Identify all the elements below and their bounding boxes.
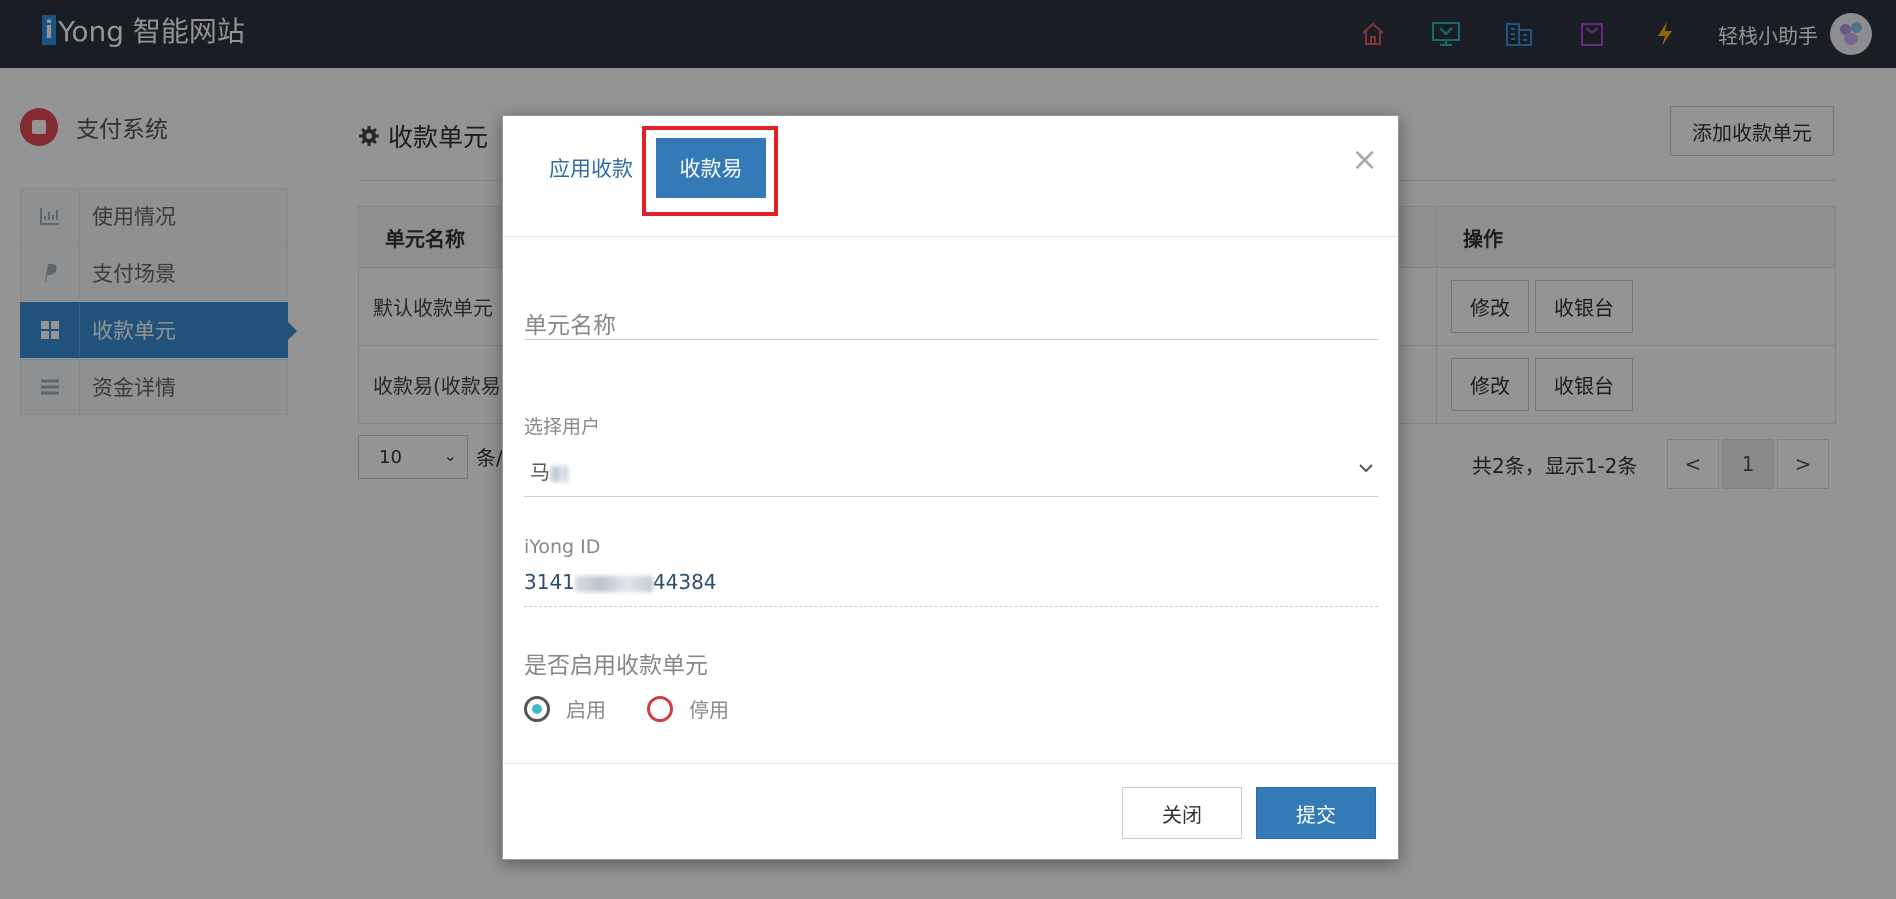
modal-header: 应用收款 收款易 × bbox=[503, 116, 1398, 237]
close-icon[interactable]: × bbox=[1351, 140, 1378, 178]
close-button[interactable]: 关闭 bbox=[1122, 787, 1242, 839]
select-user-dropdown[interactable]: 马 bbox=[524, 446, 1378, 496]
iyong-id-value: 3141 44384 bbox=[524, 570, 717, 594]
radio-unchecked-icon bbox=[647, 695, 673, 722]
select-user-underline bbox=[524, 496, 1378, 497]
add-unit-modal: 应用收款 收款易 × 单元名称 选择用户 马 iYong ID 3141 4438… bbox=[502, 115, 1399, 860]
iyong-id-label: iYong ID bbox=[524, 536, 601, 558]
modal-footer-divider bbox=[503, 763, 1398, 764]
unit-name-underline bbox=[524, 339, 1378, 340]
select-user-label: 选择用户 bbox=[524, 416, 601, 438]
selected-user: 马 bbox=[530, 456, 568, 485]
iyong-id-underline bbox=[524, 606, 1378, 607]
tab-app-payment[interactable]: 应用收款 bbox=[533, 138, 649, 198]
unit-name-input[interactable]: 单元名称 bbox=[524, 306, 616, 340]
radio-enable[interactable]: 启用 bbox=[524, 694, 606, 723]
radio-checked-icon bbox=[524, 695, 550, 722]
submit-button[interactable]: 提交 bbox=[1256, 787, 1376, 839]
chevron-down-icon bbox=[1359, 464, 1373, 473]
highlight-box bbox=[642, 126, 778, 216]
enable-label: 是否启用收款单元 bbox=[524, 653, 708, 679]
radio-disable[interactable]: 停用 bbox=[647, 694, 729, 723]
